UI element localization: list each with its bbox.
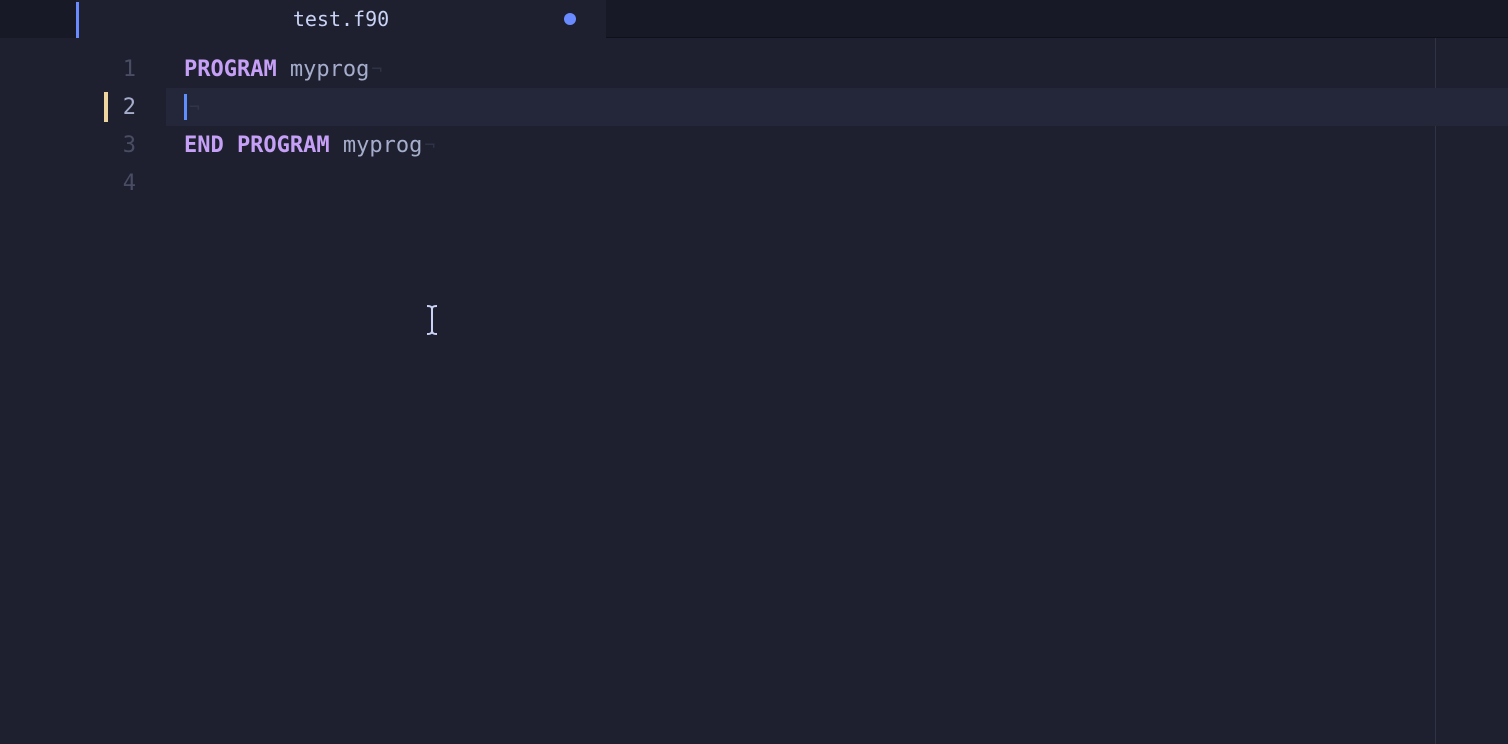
code-token xyxy=(224,133,237,158)
line-number-text: 4 xyxy=(123,171,136,196)
editor[interactable]: 1 2 3 4 PROGRAM myprog¬¬END PROGRAM mypr… xyxy=(0,38,1508,744)
tab-bar: test.f90 xyxy=(0,0,1508,38)
gutter[interactable]: 1 2 3 4 xyxy=(76,38,166,744)
eol-icon: ¬ xyxy=(424,135,435,156)
code-line[interactable]: ¬ xyxy=(166,88,1508,126)
tab-active[interactable]: test.f90 xyxy=(76,0,606,38)
eol-icon: ¬ xyxy=(371,59,382,80)
tab-bar-empty[interactable] xyxy=(606,0,1508,38)
line-number[interactable]: 2 xyxy=(76,88,166,126)
code-token: myprog xyxy=(343,133,422,158)
line-number-text: 2 xyxy=(123,95,136,120)
code-token: END xyxy=(184,133,224,158)
code-token: PROGRAM xyxy=(184,57,277,82)
line-number[interactable]: 4 xyxy=(76,164,166,202)
eol-icon: ¬ xyxy=(189,97,200,118)
change-marker-icon xyxy=(104,92,108,122)
line-number-text: 1 xyxy=(123,57,136,82)
code-line[interactable]: END PROGRAM myprog¬ xyxy=(166,126,1508,164)
code-line[interactable]: PROGRAM myprog¬ xyxy=(166,50,1508,88)
line-number[interactable]: 1 xyxy=(76,50,166,88)
code-token xyxy=(330,133,343,158)
editor-left-margin xyxy=(0,38,76,744)
unsaved-indicator-icon xyxy=(564,13,576,25)
code-line[interactable] xyxy=(166,164,1508,202)
tab-title: test.f90 xyxy=(293,7,389,31)
line-number-text: 3 xyxy=(123,133,136,158)
code-token: PROGRAM xyxy=(237,133,330,158)
code-area[interactable]: PROGRAM myprog¬¬END PROGRAM myprog¬ xyxy=(166,38,1508,744)
code-token: myprog xyxy=(290,57,369,82)
text-caret xyxy=(184,94,187,120)
tab-active-indicator xyxy=(76,2,79,38)
code-token xyxy=(277,57,290,82)
line-number[interactable]: 3 xyxy=(76,126,166,164)
